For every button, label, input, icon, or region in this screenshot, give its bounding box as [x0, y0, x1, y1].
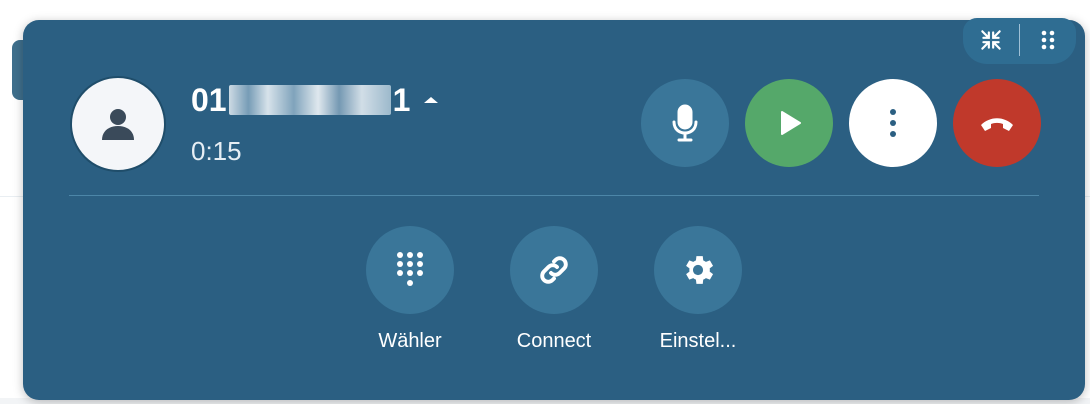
- call-timer: 0:15: [191, 136, 242, 166]
- gear-icon: [686, 256, 714, 284]
- microphone-icon: [672, 104, 698, 142]
- caller-number[interactable]: 01 1: [191, 81, 439, 118]
- dialpad-action: Wähler: [350, 226, 470, 353]
- panel-divider: [69, 195, 1039, 196]
- connect-button[interactable]: [510, 226, 598, 314]
- resume-button[interactable]: [745, 79, 833, 167]
- call-panel: 01 1 0:15 Wähler Connect Einstel...: [23, 18, 1085, 400]
- settings-button[interactable]: [654, 226, 742, 314]
- connect-action: Connect: [494, 226, 614, 353]
- drag-handle[interactable]: [1020, 18, 1076, 62]
- link-icon: [540, 256, 568, 284]
- avatar: [70, 76, 166, 172]
- drag-grip-icon: [1041, 30, 1055, 50]
- settings-action: Einstel...: [638, 226, 758, 353]
- more-options-button[interactable]: [849, 79, 937, 167]
- settings-label: Einstel...: [659, 330, 737, 352]
- redacted-number: [228, 85, 391, 115]
- mute-button[interactable]: [641, 79, 729, 167]
- play-icon: [781, 111, 801, 135]
- user-icon: [102, 109, 134, 140]
- panel-top-tab: [963, 18, 1076, 64]
- minimize-button[interactable]: [963, 18, 1019, 62]
- dialpad-button[interactable]: [366, 226, 454, 314]
- hangup-button[interactable]: [953, 79, 1041, 167]
- caller-number-prefix: 01: [191, 81, 227, 118]
- collapse-icon: [981, 30, 1001, 50]
- connect-label: Connect: [516, 330, 592, 352]
- more-vertical-icon: [890, 109, 896, 137]
- hangup-icon: [981, 118, 1013, 131]
- dialpad-label: Wähler: [378, 330, 442, 352]
- dialpad-icon: [397, 252, 423, 286]
- caller-number-suffix: 1: [392, 81, 411, 118]
- caret-up-icon[interactable]: [424, 97, 439, 103]
